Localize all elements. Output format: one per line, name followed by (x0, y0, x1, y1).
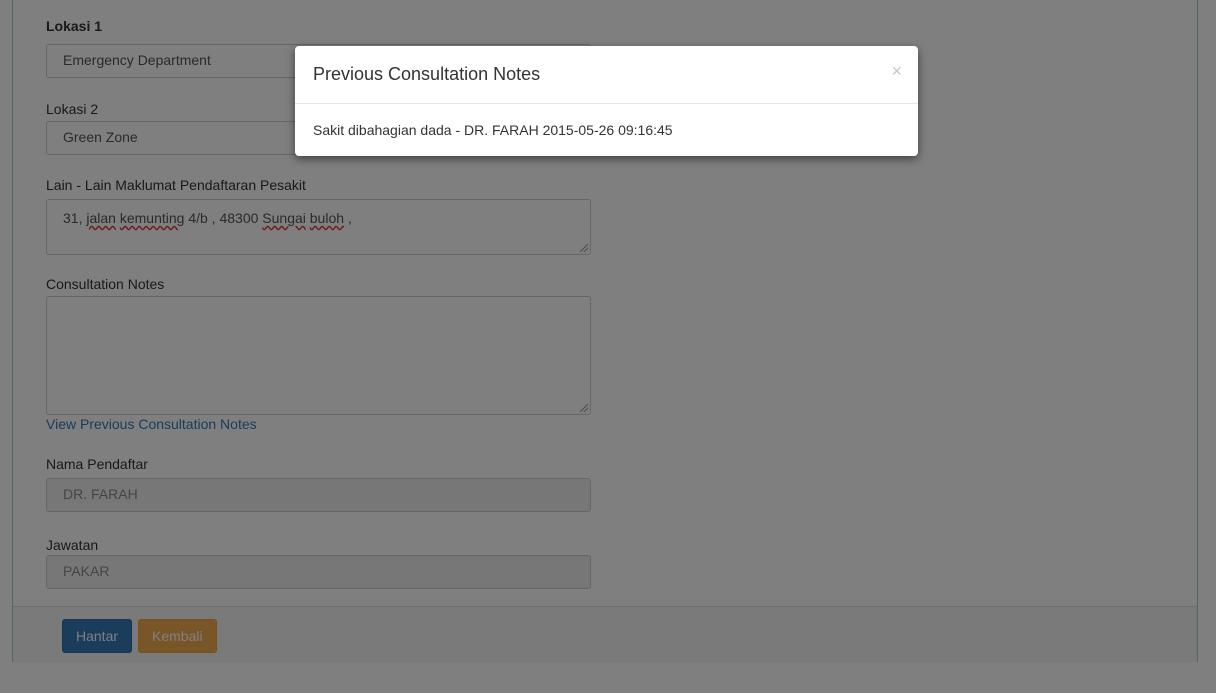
close-icon[interactable]: × (891, 61, 902, 82)
previous-notes-modal: Previous Consultation Notes × Sakit diba… (295, 46, 918, 156)
modal-divider (295, 103, 918, 104)
previous-note-text: Sakit dibahagian dada - DR. FARAH 2015-0… (313, 122, 673, 138)
modal-title: Previous Consultation Notes (313, 64, 541, 84)
